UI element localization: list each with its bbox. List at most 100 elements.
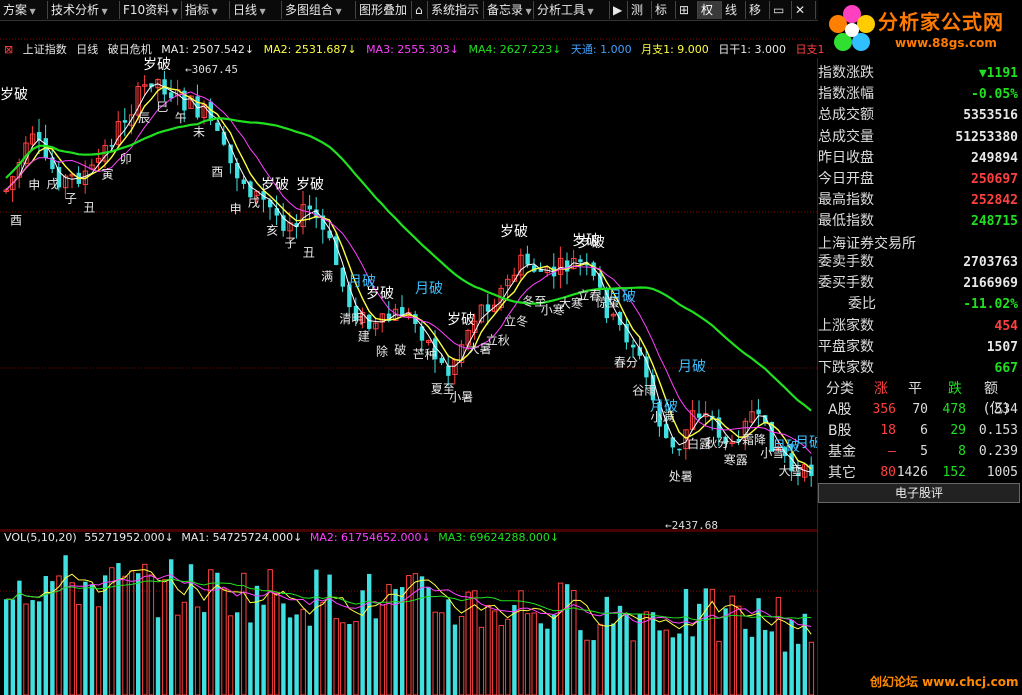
chart-annotation-small: 戌 [47,177,59,191]
quote-value: 2703763 [963,255,1018,270]
chart-annotation-small: 谷雨 [632,384,656,398]
volume-chart[interactable] [0,531,817,695]
volume-bar [128,570,135,695]
sector-up: – [888,444,896,459]
volume-bar [637,614,642,695]
grid-icon[interactable]: ⊞ [676,1,698,19]
chart-annotation-small: 子 [285,236,297,250]
x-icon[interactable]: ⊠ [4,43,13,56]
volume-bar [30,600,35,695]
volume-bar [419,576,425,695]
sector-header: 涨 [874,381,888,397]
volume-bar [591,640,596,695]
volume-bar [142,563,148,695]
volume-bar [478,626,485,695]
toolbar-mark[interactable]: 标 [652,1,676,19]
candle-body [367,314,372,329]
volume-bar [531,612,537,695]
volume-bar [202,612,207,695]
sector-header: 分类 [826,381,854,397]
chart-annotation: 岁破 [0,87,28,103]
candle-body [697,413,702,418]
volume-bar [584,639,590,695]
volume-bar [307,625,312,695]
toolbar-measure[interactable]: 测 [628,1,652,19]
toolbar-memo[interactable]: 备忘录 ▼ [484,1,534,19]
toolbar-multichart[interactable]: 多图组合 ▼ [282,1,356,19]
sector-flat: 1426 [896,465,928,480]
toolbar-rights[interactable]: 权 [698,1,722,19]
candle-body [439,357,444,364]
toolbar-daily[interactable]: 日线 ▼ [230,1,282,19]
ma3-value: MA3: 2555.303↓ [366,43,459,56]
volume-bar [136,573,141,695]
sector-flat: 6 [920,423,928,438]
volume-bar [95,606,102,695]
flower-logo-icon [829,5,875,51]
volume-bar [789,619,794,695]
chart-annotation: 岁破 [261,177,289,193]
volume-bar [175,614,181,695]
toolbar-tech-analysis[interactable]: 技术分析 ▼ [48,1,120,19]
chart-annotation-small: 辰 [138,111,150,125]
toolbar-line[interactable]: 线 [722,1,746,19]
candle-body [624,323,629,343]
volume-bar [181,601,188,695]
toolbar-move[interactable]: 移 [746,1,770,19]
toolbar-indicator[interactable]: 指标 ▼ [182,1,230,19]
indicator-name: 破日危机 [107,43,152,56]
close-icon[interactable]: ✕ [792,1,816,19]
candle-body [485,304,491,312]
candle-body [591,262,596,276]
sector-down: 152 [942,465,966,480]
play-icon[interactable]: ▶ [610,1,628,19]
window-icon[interactable]: ▭ [770,1,792,19]
toolbar-analysis-tools[interactable]: 分析工具 ▼ [534,1,610,19]
volume-bar [155,617,161,695]
chart-annotation: 月破 [348,274,376,290]
volume-bar [565,584,570,695]
sector-amt: 534 [994,402,1018,417]
extra1-value: 天通: 1.000 [570,43,632,56]
quote-label: 总成交额 [818,107,874,124]
toolbar-scheme[interactable]: 方案 ▼ [0,1,48,19]
quote-value: 252842 [971,193,1018,209]
toolbar-overlay[interactable]: 图形叠加 [356,1,412,19]
volume-bar [426,587,431,695]
vol-ma3: MA3: 69624288.000↓ [438,531,560,544]
toolbar-f10[interactable]: F10资料 ▼ [120,1,182,19]
stock-comment-button[interactable]: 电子股评 [818,483,1020,503]
quote-value: 1507 [986,339,1018,355]
volume-bar [10,599,15,695]
volume-bar [373,618,378,695]
volume-bar [367,573,372,695]
volume-bar [340,622,346,695]
chart-annotation-small: 除 [376,343,388,358]
sector-up: 18 [880,423,896,438]
quote-value: 2166969 [963,276,1018,292]
high-price-label: ←3067.45 [185,63,238,76]
chart-annotation: 月破 [678,359,706,375]
quote-label: 指数涨跌 [818,65,874,81]
ma2-value: MA2: 2531.687↓ [263,43,357,56]
toolbar-system[interactable]: 系统指示 [428,1,484,19]
volume-bar [690,636,695,695]
volume-bar [670,637,675,695]
chart-annotation-small: 立秋 [486,333,510,348]
volume-bar [347,623,352,695]
quote-label: 最低指数 [818,213,874,230]
volume-bar [122,575,128,695]
chart-annotation-small: 未 [193,125,205,139]
quote-label: 今日开盘 [818,171,874,187]
volume-bar [551,614,557,695]
price-chart[interactable]: 岁破岁破岁破 岁破岁破岁破岁破岁破月破月破月破月破月破 月破岁破月破酉申 戌子丑寅卯辰… [0,21,817,531]
sector-down: 478 [942,402,966,417]
volume-bar [116,563,121,695]
volume-bar [650,612,656,695]
extra2-value: 月支1: 9.000 [641,43,709,56]
chart-annotation-small: 申 [230,202,242,216]
chart-annotation: 岁破 [500,224,528,240]
volume-bar [333,618,339,695]
ma4-value: MA4: 2627.223↓ [468,43,562,56]
lock-icon[interactable]: ⌂ [412,1,428,19]
